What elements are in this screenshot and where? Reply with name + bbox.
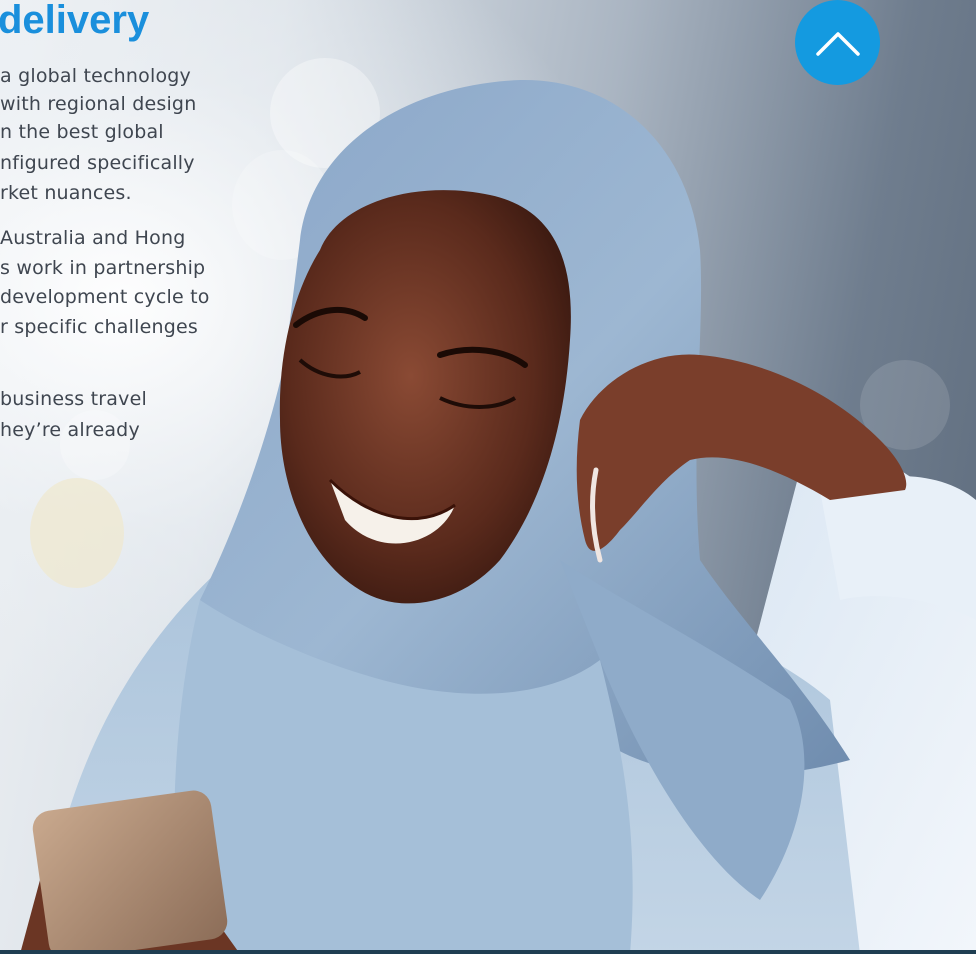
paragraph-line: with regional design bbox=[0, 93, 197, 115]
paragraph-line: a global technology bbox=[0, 65, 191, 87]
section-heading: delivery bbox=[0, 0, 150, 42]
paragraph-line: rket nuances. bbox=[0, 182, 132, 204]
paragraph-line: hey’re already bbox=[0, 419, 140, 441]
scroll-to-top-button[interactable] bbox=[795, 0, 880, 85]
paragraph-line: development cycle to bbox=[0, 286, 210, 308]
page: delivery a global technology with region… bbox=[0, 0, 976, 954]
paragraph-line: r specific challenges bbox=[0, 316, 198, 338]
paragraph-line: business travel bbox=[0, 388, 147, 410]
paragraph-line: Australia and Hong bbox=[0, 227, 186, 249]
hero-photo bbox=[20, 79, 976, 954]
paragraph-line: s work in partnership bbox=[0, 257, 206, 279]
bottom-border bbox=[0, 950, 976, 954]
paragraph-line: nfigured specifically bbox=[0, 152, 195, 174]
paragraph-line: n the best global bbox=[0, 121, 164, 143]
chevron-up-icon bbox=[815, 31, 860, 56]
